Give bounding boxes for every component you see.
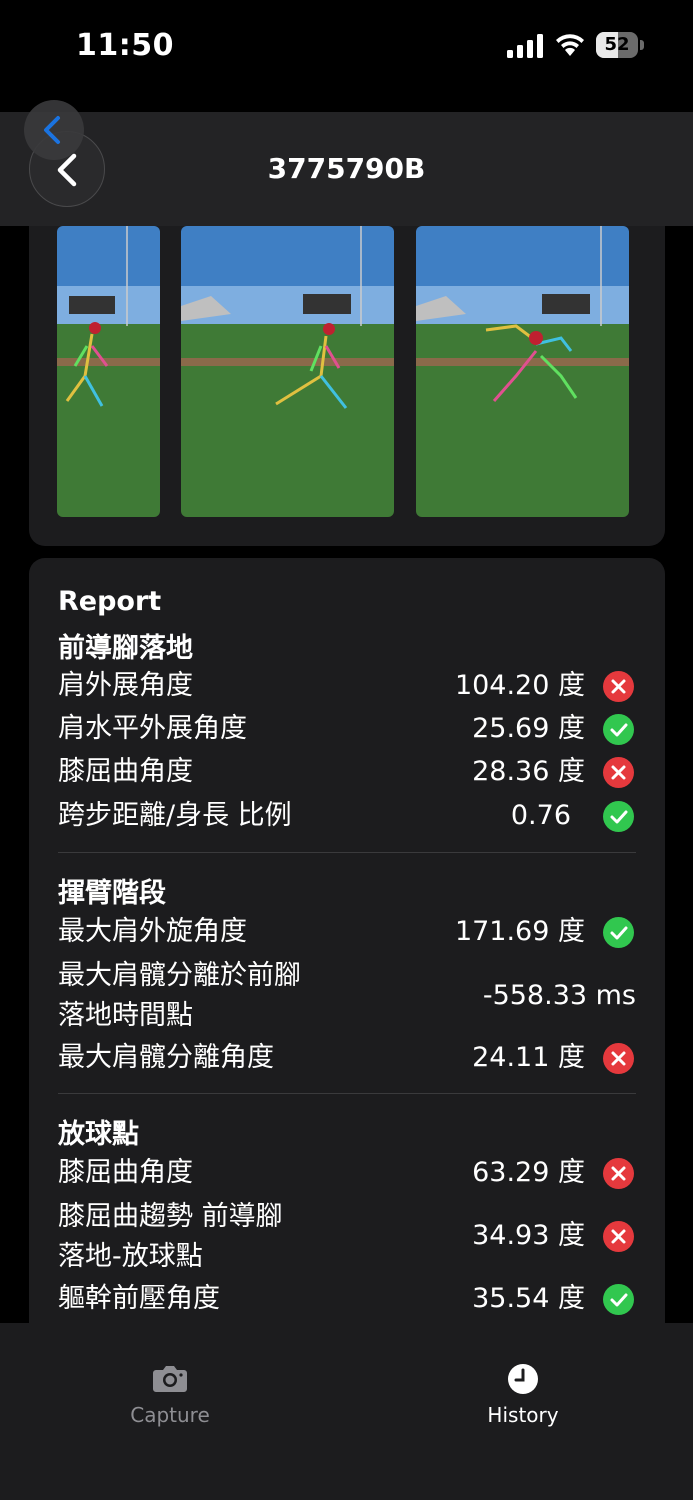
metric-value: 28.36 度	[472, 756, 585, 787]
metric-label: 膝屈曲角度	[58, 756, 193, 787]
metric-label: 肩水平外展角度	[58, 713, 247, 744]
status-bar: 11:50 52	[0, 0, 693, 112]
section-title: 放球點	[58, 1119, 139, 1150]
metric-value: 24.11 度	[472, 1042, 585, 1073]
metric-value: 63.29 度	[472, 1157, 585, 1188]
fail-x-icon	[603, 1221, 634, 1252]
camera-icon	[153, 1366, 187, 1392]
metric-label: 膝屈曲角度	[58, 1157, 193, 1188]
wifi-icon	[556, 34, 584, 56]
fail-x-icon	[603, 1158, 634, 1189]
fail-x-icon	[603, 757, 634, 788]
metric-value: 35.54 度	[472, 1283, 585, 1314]
pass-check-icon	[603, 714, 634, 745]
clock-icon	[508, 1364, 538, 1394]
pose-frames-card	[29, 226, 665, 546]
back-button-overlay[interactable]	[24, 100, 84, 160]
tab-history[interactable]: History	[423, 1323, 623, 1433]
pose-image	[57, 226, 160, 517]
pose-frame-3[interactable]	[416, 226, 629, 517]
chevron-left-icon	[44, 116, 60, 144]
pose-image	[416, 226, 629, 517]
pose-image	[181, 226, 394, 517]
section-divider	[58, 1093, 636, 1094]
metric-value: 104.20 度	[454, 670, 585, 701]
battery-indicator: 52	[596, 32, 646, 58]
fail-x-icon	[603, 1043, 634, 1074]
metric-label: 軀幹前壓角度	[58, 1283, 220, 1314]
battery-percent: 52	[604, 34, 630, 55]
metric-value: 171.69 度	[454, 916, 585, 947]
tab-history-label: History	[487, 1403, 559, 1427]
status-time: 11:50	[76, 28, 174, 63]
section-title: 揮臂階段	[58, 878, 166, 909]
cellular-signal-icon	[507, 34, 543, 58]
fail-x-icon	[603, 671, 634, 702]
metric-value: -558.33 ms	[482, 980, 636, 1011]
tab-bar: Capture History	[0, 1323, 693, 1500]
report-card: Report 前導腳落地 肩外展角度 104.20 度 肩水平外展角度 25.6…	[29, 558, 665, 1323]
metric-label: 最大肩外旋角度	[58, 916, 247, 947]
metric-label: 肩外展角度	[58, 670, 193, 701]
pass-check-icon	[603, 1284, 634, 1315]
metric-value: 0.76	[510, 800, 571, 831]
metric-label: 膝屈曲趨勢 前導腳 落地-放球點	[58, 1201, 283, 1272]
metric-value: 34.93 度	[472, 1220, 585, 1251]
section-title: 前導腳落地	[58, 633, 193, 664]
report-title: Report	[58, 586, 162, 617]
pass-check-icon	[603, 801, 634, 832]
pose-frame-2[interactable]	[181, 226, 394, 517]
pose-frame-1[interactable]	[57, 226, 160, 517]
section-divider	[58, 852, 636, 853]
tab-capture-label: Capture	[130, 1403, 210, 1427]
metric-label: 最大肩髖分離角度	[58, 1042, 274, 1073]
report-scroll-view[interactable]: Report 前導腳落地 肩外展角度 104.20 度 肩水平外展角度 25.6…	[0, 226, 693, 1323]
metric-label: 最大肩髖分離於前腳 落地時間點	[58, 960, 301, 1031]
metric-value: 25.69 度	[472, 713, 585, 744]
pass-check-icon	[603, 917, 634, 948]
metric-label: 跨步距離/身長 比例	[58, 800, 292, 831]
tab-capture[interactable]: Capture	[70, 1323, 270, 1433]
